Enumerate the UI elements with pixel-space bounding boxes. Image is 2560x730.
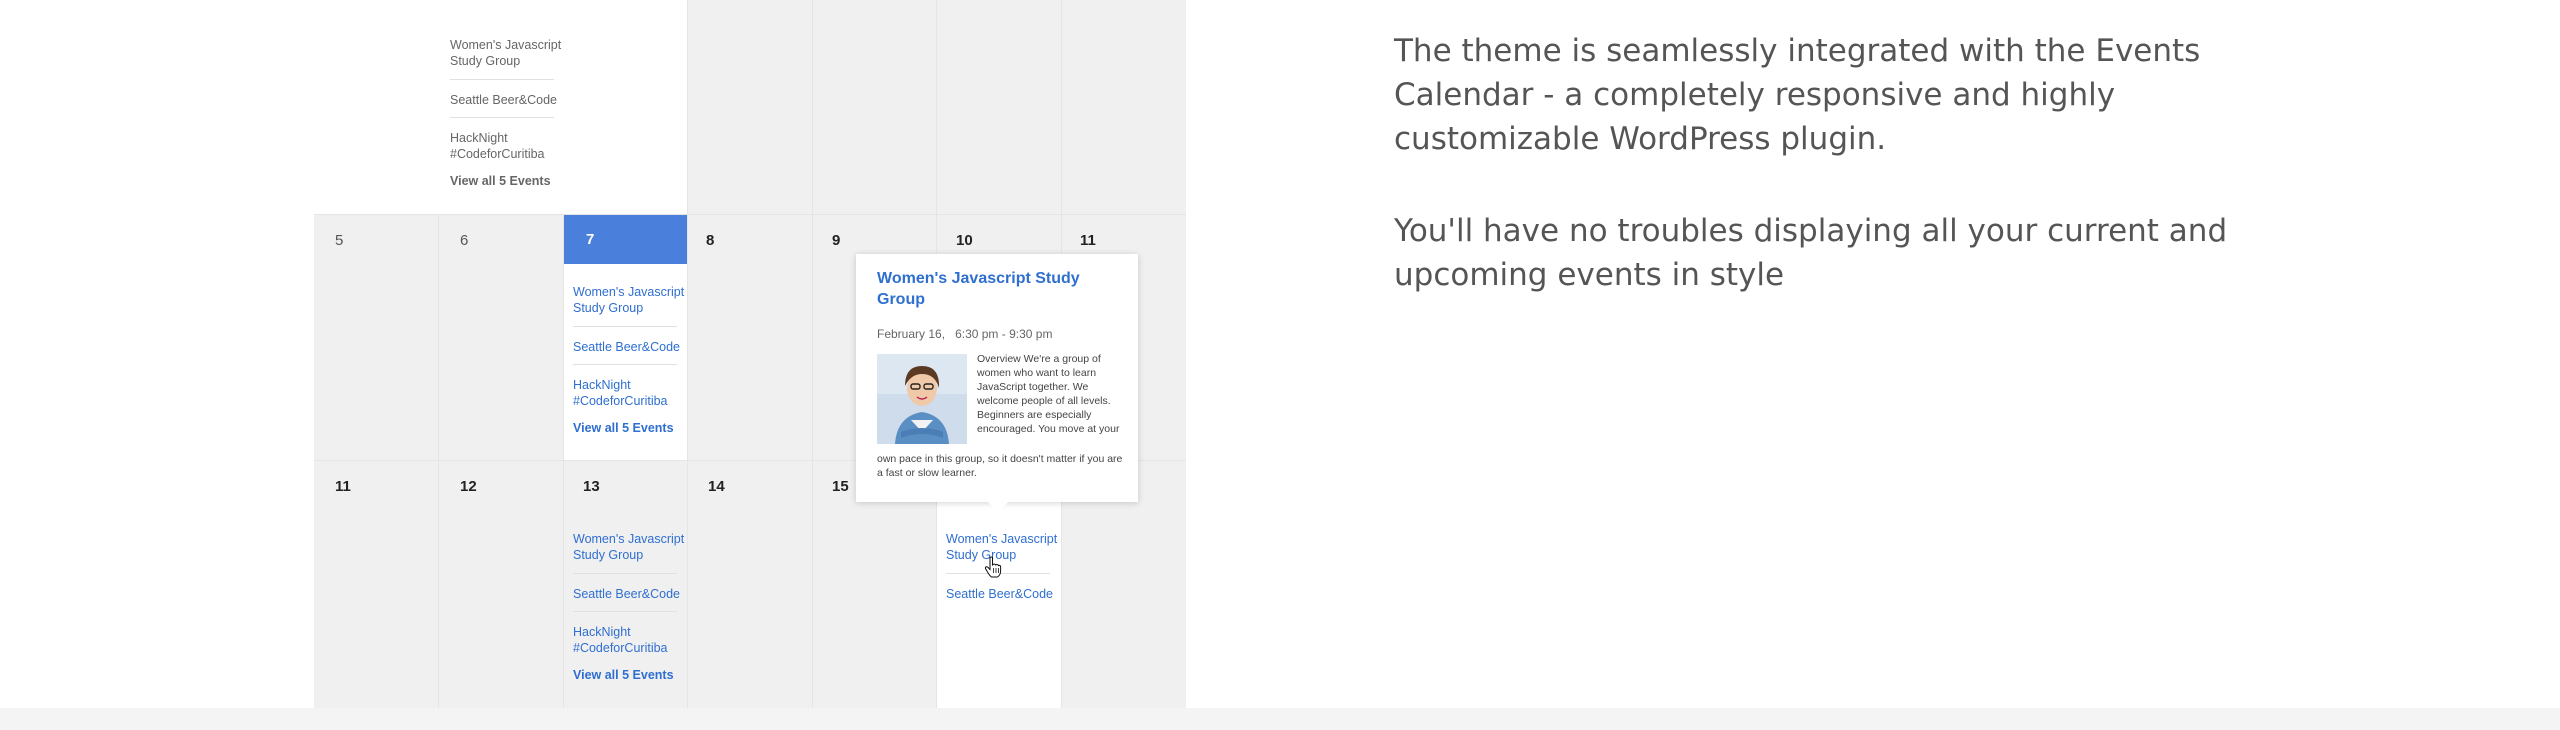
- tooltip-description-continued: own pace in this group, so it doesn't ma…: [877, 453, 1123, 479]
- day-number: 12: [460, 478, 477, 495]
- day-number: 6: [460, 232, 469, 249]
- event-link[interactable]: Women's Javascript Study Group: [450, 37, 562, 69]
- event-link[interactable]: Women's Javascript Study Group: [573, 531, 685, 563]
- event-separator: [450, 79, 554, 80]
- event-separator: [573, 326, 677, 327]
- feature-description: The theme is seamlessly integrated with …: [1394, 33, 2201, 157]
- tooltip-time: 6:30 pm - 9:30 pm: [955, 327, 1053, 341]
- day-number: 13: [583, 478, 600, 495]
- event-link[interactable]: HackNight #CodeforCuritiba: [450, 130, 562, 162]
- day-number: 7: [586, 231, 595, 248]
- day-number: 10: [956, 232, 973, 249]
- event-tooltip: Women's Javascript Study Group February …: [856, 254, 1138, 512]
- event-separator: [573, 611, 677, 612]
- event-link-hovered[interactable]: Women's Javascript Study Group: [946, 531, 1058, 563]
- tooltip-description: Overview We're a group of women who want…: [977, 353, 1120, 435]
- event-link[interactable]: Women's Javascript Study Group: [573, 284, 685, 316]
- day-number: 5: [335, 232, 344, 249]
- tooltip-title[interactable]: Women's Javascript Study Group: [877, 268, 1117, 310]
- event-separator: [450, 117, 554, 118]
- calendar-cell[interactable]: [438, 214, 563, 460]
- day-number: 11: [1080, 232, 1096, 249]
- today-header: 7: [563, 214, 687, 264]
- tooltip-date: February 16,: [877, 327, 946, 341]
- event-link[interactable]: Seattle Beer&Code: [573, 339, 685, 355]
- footer-strip: [0, 708, 2560, 730]
- event-photo: [877, 354, 967, 444]
- grid-line: [812, 0, 813, 708]
- view-all-events-link[interactable]: View all 5 Events: [573, 421, 674, 435]
- day-number: 15: [832, 478, 849, 495]
- event-link[interactable]: Seattle Beer&Code: [450, 92, 562, 108]
- event-link[interactable]: HackNight #CodeforCuritiba: [573, 624, 685, 656]
- calendar-cell[interactable]: [438, 460, 563, 708]
- grid-line: [687, 0, 688, 708]
- grid-line: [314, 214, 1186, 215]
- calendar-cell[interactable]: [314, 460, 438, 708]
- event-separator: [573, 573, 677, 574]
- event-link[interactable]: Seattle Beer&Code: [573, 586, 685, 602]
- event-separator: [573, 364, 677, 365]
- calendar-cell: [688, 0, 1186, 214]
- hand-cursor-icon: [984, 556, 1002, 583]
- day-number: 8: [706, 232, 715, 249]
- view-all-events-link[interactable]: View all 5 Events: [573, 668, 674, 682]
- tooltip-arrow: [988, 502, 1008, 512]
- day-number: 9: [832, 232, 841, 249]
- feature-description-secondary: You'll have no troubles displaying all y…: [1394, 213, 2228, 293]
- calendar-cell[interactable]: [314, 214, 438, 460]
- tooltip-datetime: February 16, 6:30 pm - 9:30 pm: [877, 327, 1052, 341]
- event-link[interactable]: HackNight #CodeforCuritiba: [573, 377, 685, 409]
- day-number: 14: [708, 478, 725, 495]
- calendar-cell[interactable]: [687, 214, 812, 460]
- grid-line: [563, 214, 564, 708]
- view-all-events-link[interactable]: View all 5 Events: [450, 174, 551, 188]
- grid-line: [438, 214, 439, 708]
- day-number: 11: [335, 478, 351, 495]
- event-link[interactable]: Seattle Beer&Code: [946, 586, 1058, 602]
- calendar-cell[interactable]: [687, 460, 812, 708]
